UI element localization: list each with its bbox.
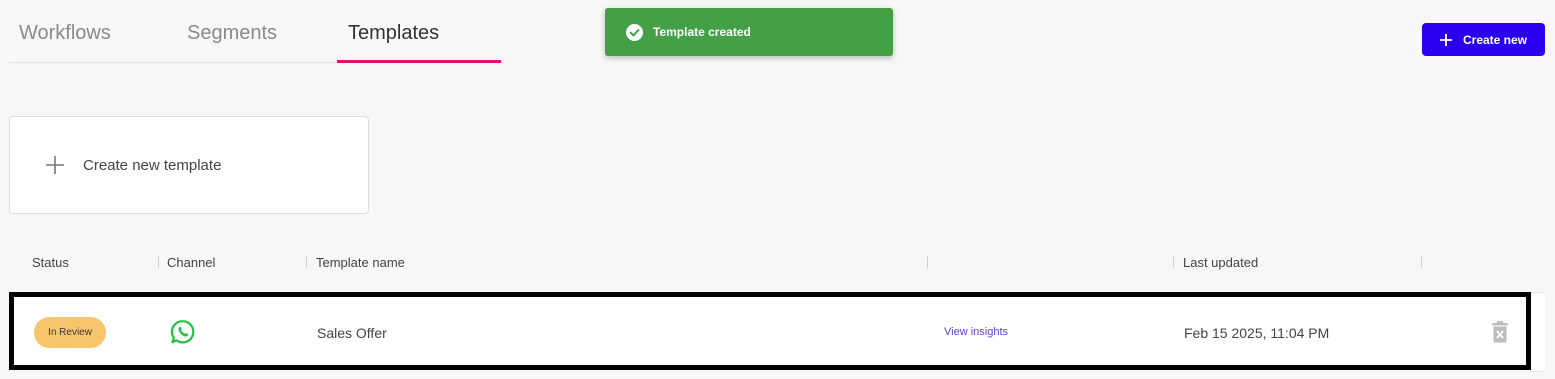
column-header-channel: Channel — [167, 255, 216, 270]
table-row[interactable]: In Review Sales Offer View insights Feb … — [9, 292, 1531, 370]
status-badge: In Review — [34, 317, 106, 348]
create-new-template-label: Create new template — [83, 156, 222, 174]
column-divider — [158, 256, 159, 268]
column-header-status: Status — [32, 255, 69, 270]
create-new-template-card[interactable]: Create new template — [9, 116, 369, 214]
tab-segments[interactable]: Segments — [187, 22, 277, 45]
column-divider — [1173, 256, 1174, 268]
view-insights-link[interactable]: View insights — [944, 326, 1008, 338]
column-divider — [306, 256, 307, 268]
plus-icon — [45, 155, 65, 175]
plus-icon — [1439, 33, 1452, 46]
column-divider — [1421, 256, 1422, 268]
check-circle-icon — [626, 23, 643, 41]
create-new-button[interactable]: Create new — [1422, 23, 1545, 56]
trash-icon[interactable] — [1492, 321, 1508, 343]
tab-templates[interactable]: Templates — [348, 22, 439, 45]
whatsapp-icon — [170, 319, 196, 345]
toast-message: Template created — [653, 25, 751, 39]
template-name: Sales Offer — [317, 325, 387, 341]
tab-workflows[interactable]: Workflows — [19, 22, 111, 45]
column-header-template-name: Template name — [316, 255, 405, 270]
tab-bar: Workflows Segments Templates — [9, 0, 501, 63]
column-header-last-updated: Last updated — [1183, 255, 1259, 270]
column-divider — [927, 256, 928, 268]
toast-notification: Template created — [605, 8, 893, 56]
create-new-label: Create new — [1462, 32, 1528, 47]
active-tab-indicator — [337, 60, 501, 63]
last-updated-value: Feb 15 2025, 11:04 PM — [1184, 325, 1330, 341]
table-row-edge — [1531, 292, 1545, 372]
